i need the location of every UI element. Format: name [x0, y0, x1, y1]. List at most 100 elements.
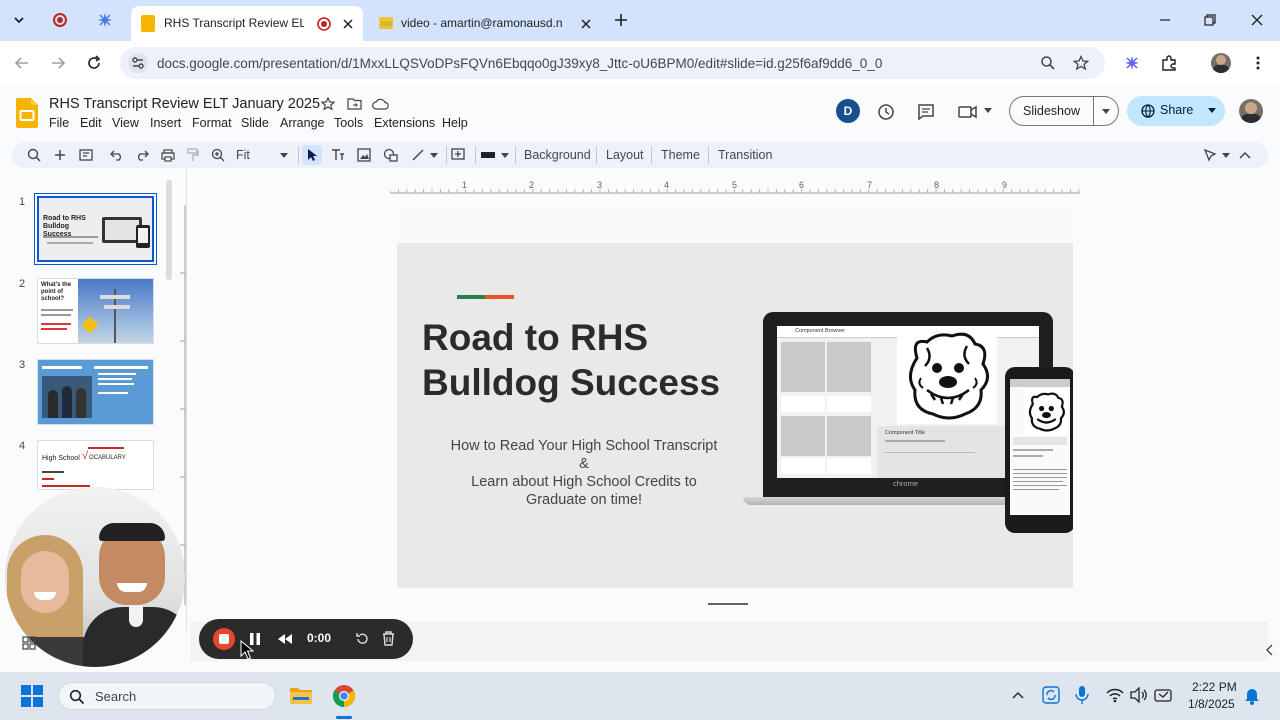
- side-panel-toggle-icon[interactable]: [1265, 644, 1275, 656]
- mock-title: Component Title: [885, 430, 926, 436]
- browser-menu-icon[interactable]: [1250, 55, 1266, 71]
- extension-gemini-icon[interactable]: [1124, 55, 1140, 71]
- border-color-icon[interactable]: [478, 145, 498, 165]
- meet-dropdown-icon[interactable]: [984, 108, 992, 114]
- restore-icon[interactable]: [1198, 8, 1222, 32]
- menu-view[interactable]: View: [112, 116, 139, 130]
- chrome-icon[interactable]: [332, 684, 356, 708]
- microphone-icon[interactable]: [1075, 685, 1089, 705]
- share-button[interactable]: Share: [1160, 103, 1193, 117]
- taskbar-search[interactable]: Search: [58, 682, 276, 710]
- transition-button[interactable]: Transition: [718, 148, 772, 162]
- camera-grid-icon[interactable]: [22, 636, 36, 650]
- tab-close-icon[interactable]: [579, 17, 593, 31]
- pinned-tab-gemini[interactable]: [97, 12, 113, 28]
- menu-help[interactable]: Help: [442, 116, 468, 130]
- pen-mode-icon[interactable]: [1200, 145, 1220, 165]
- profile-avatar[interactable]: [1211, 53, 1231, 73]
- pen-dropdown-icon[interactable]: [1222, 153, 1230, 159]
- tray-battery-icon[interactable]: [1154, 686, 1174, 704]
- collapse-toolbar-icon[interactable]: [1235, 145, 1255, 165]
- volume-icon[interactable]: [1130, 687, 1148, 703]
- slide-thumbnail-4[interactable]: High School √ OCABULARY: [37, 440, 154, 490]
- minimize-icon[interactable]: [1153, 8, 1177, 32]
- document-title[interactable]: RHS Transcript Review ELT January 2025: [49, 96, 320, 112]
- tab-video[interactable]: 100 video - amartin@ramonausd.n: [372, 6, 604, 41]
- site-info-icon[interactable]: [128, 53, 148, 73]
- tab-search-button[interactable]: [9, 10, 29, 30]
- menu-format[interactable]: Format: [192, 116, 232, 130]
- menu-extensions[interactable]: Extensions: [374, 116, 435, 130]
- theme-button[interactable]: Theme: [661, 148, 700, 162]
- slide-thumbnail-3[interactable]: [37, 359, 154, 425]
- line-dropdown-icon[interactable]: [430, 153, 438, 159]
- zoom-icon[interactable]: [208, 145, 228, 165]
- bookmark-star-icon[interactable]: [1073, 55, 1089, 71]
- slide-layout-icon[interactable]: [76, 145, 96, 165]
- print-icon[interactable]: [158, 145, 178, 165]
- speaker-notes-handle[interactable]: [708, 603, 748, 605]
- menu-arrange[interactable]: Arrange: [280, 116, 324, 130]
- thumb-phone-image: [136, 225, 150, 248]
- add-comment-icon[interactable]: [448, 145, 468, 165]
- restart-icon[interactable]: [355, 632, 369, 646]
- slideshow-button[interactable]: Slideshow: [1023, 104, 1080, 118]
- line-icon[interactable]: [408, 145, 428, 165]
- tray-sync-icon[interactable]: [1042, 686, 1060, 704]
- windows-start-icon[interactable]: [21, 685, 43, 707]
- reload-icon[interactable]: [86, 55, 102, 71]
- star-icon[interactable]: [321, 97, 335, 111]
- border-dropdown-icon[interactable]: [501, 153, 509, 159]
- slide-thumbnail-2[interactable]: What's the point of school?: [37, 278, 154, 344]
- forward-icon[interactable]: [50, 55, 66, 71]
- paint-format-icon[interactable]: [183, 145, 203, 165]
- move-folder-icon[interactable]: [347, 97, 362, 111]
- collaborator-avatar[interactable]: D: [836, 99, 860, 123]
- shape-icon[interactable]: [381, 145, 401, 165]
- pinned-tab-record[interactable]: [52, 12, 68, 28]
- zoom-select[interactable]: Fit: [236, 148, 250, 162]
- menu-slide[interactable]: Slide: [241, 116, 269, 130]
- search-menus-icon[interactable]: [24, 145, 44, 165]
- slide-thumbnail-1[interactable]: Road to RHS Bulldog Success: [34, 193, 157, 265]
- new-tab-icon[interactable]: [613, 12, 629, 28]
- slideshow-dropdown-icon[interactable]: [1102, 109, 1110, 115]
- menu-file[interactable]: File: [49, 116, 69, 130]
- divider: [298, 146, 299, 164]
- stop-record-button[interactable]: [213, 628, 235, 650]
- menu-insert[interactable]: Insert: [150, 116, 181, 130]
- version-history-icon[interactable]: [877, 103, 895, 121]
- new-slide-icon[interactable]: [50, 145, 70, 165]
- meet-camera-icon[interactable]: [958, 103, 978, 121]
- select-tool-icon[interactable]: [302, 145, 322, 165]
- file-explorer-icon[interactable]: [289, 684, 313, 706]
- back-icon[interactable]: [14, 55, 30, 71]
- share-dropdown-icon[interactable]: [1208, 108, 1216, 114]
- insert-image-icon[interactable]: [354, 145, 374, 165]
- menu-tools[interactable]: Tools: [334, 116, 363, 130]
- rewind-icon[interactable]: [277, 633, 293, 645]
- zoom-lens-icon[interactable]: [1040, 55, 1056, 71]
- layout-button[interactable]: Layout: [606, 148, 644, 162]
- wifi-icon[interactable]: [1106, 687, 1124, 703]
- tab-slides[interactable]: RHS Transcript Review ELT: [131, 6, 363, 41]
- notification-bell-icon[interactable]: [1244, 687, 1260, 705]
- comments-icon[interactable]: [917, 103, 935, 121]
- address-bar[interactable]: docs.google.com/presentation/d/1MxxLLQSV…: [120, 47, 1105, 79]
- account-avatar[interactable]: [1239, 99, 1263, 123]
- undo-icon[interactable]: [107, 145, 127, 165]
- menu-edit[interactable]: Edit: [80, 116, 102, 130]
- redo-icon[interactable]: [132, 145, 152, 165]
- zoom-dropdown-icon[interactable]: [280, 153, 288, 159]
- background-button[interactable]: Background: [524, 148, 591, 162]
- extensions-puzzle-icon[interactable]: [1160, 54, 1178, 72]
- clock-time[interactable]: 2:22 PM: [1192, 680, 1237, 694]
- tab-close-icon[interactable]: [341, 17, 355, 31]
- slides-logo-icon[interactable]: [16, 98, 38, 128]
- slide-canvas[interactable]: Road to RHS Bulldog Success How to Read …: [397, 207, 1073, 588]
- text-box-icon[interactable]: [328, 145, 348, 165]
- delete-icon[interactable]: [382, 631, 395, 646]
- window-close-icon[interactable]: [1245, 8, 1269, 32]
- clock-date[interactable]: 1/8/2025: [1188, 697, 1235, 711]
- tray-overflow-icon[interactable]: [1012, 690, 1024, 700]
